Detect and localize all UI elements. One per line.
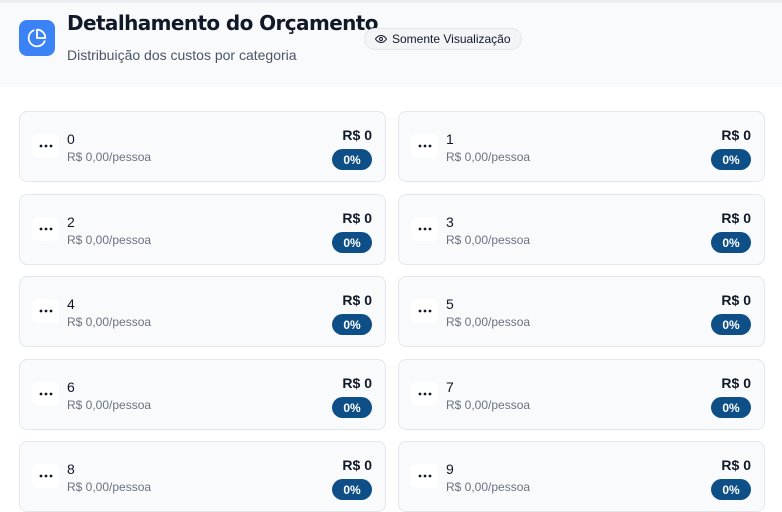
category-name: 8 — [67, 461, 75, 477]
category-card: 8 R$ 0,00/pessoa R$ 0 0% — [19, 441, 386, 512]
more-horizontal-icon — [418, 474, 431, 478]
more-options-button[interactable] — [411, 134, 438, 158]
view-only-label: Somente Visualização — [392, 32, 511, 46]
category-percent-badge: 0% — [332, 397, 372, 418]
more-options-button[interactable] — [32, 217, 59, 241]
category-card: 5 R$ 0,00/pessoa R$ 0 0% — [398, 276, 765, 347]
page-subtitle: Distribuição dos custos por categoria — [67, 47, 297, 63]
category-percent-badge: 0% — [711, 149, 751, 170]
category-percent-badge: 0% — [332, 149, 372, 170]
more-options-button[interactable] — [32, 382, 59, 406]
more-options-button[interactable] — [411, 217, 438, 241]
category-per-person: R$ 0,00/pessoa — [446, 233, 531, 247]
category-amount: R$ 0 — [721, 210, 751, 226]
category-card: 0 R$ 0,00/pessoa R$ 0 0% — [19, 111, 386, 182]
category-per-person: R$ 0,00/pessoa — [446, 315, 531, 329]
more-options-button[interactable] — [411, 299, 438, 323]
category-amount: R$ 0 — [721, 457, 751, 473]
category-per-person: R$ 0,00/pessoa — [67, 233, 152, 247]
category-card: 4 R$ 0,00/pessoa R$ 0 0% — [19, 276, 386, 347]
more-horizontal-icon — [39, 474, 52, 478]
more-horizontal-icon — [39, 309, 52, 313]
category-percent-badge: 0% — [332, 314, 372, 335]
pie-chart-icon — [19, 20, 55, 56]
more-options-button[interactable] — [411, 464, 438, 488]
category-amount: R$ 0 — [721, 127, 751, 143]
category-card: 1 R$ 0,00/pessoa R$ 0 0% — [398, 111, 765, 182]
category-name: 0 — [67, 131, 75, 147]
more-horizontal-icon — [418, 144, 431, 148]
category-percent-badge: 0% — [711, 232, 751, 253]
category-name: 3 — [446, 214, 454, 230]
category-name: 7 — [446, 379, 454, 395]
page-header: Detalhamento do Orçamento Distribuição d… — [0, 0, 782, 87]
category-per-person: R$ 0,00/pessoa — [67, 315, 152, 329]
category-per-person: R$ 0,00/pessoa — [446, 150, 531, 164]
category-name: 6 — [67, 379, 75, 395]
category-amount: R$ 0 — [342, 292, 372, 308]
category-card: 3 R$ 0,00/pessoa R$ 0 0% — [398, 194, 765, 265]
more-options-button[interactable] — [32, 299, 59, 323]
category-name: 4 — [67, 296, 75, 312]
category-amount: R$ 0 — [721, 375, 751, 391]
category-card: 7 R$ 0,00/pessoa R$ 0 0% — [398, 359, 765, 430]
eye-icon — [375, 33, 387, 45]
more-horizontal-icon — [39, 227, 52, 231]
category-per-person: R$ 0,00/pessoa — [446, 398, 531, 412]
category-amount: R$ 0 — [342, 375, 372, 391]
category-name: 9 — [446, 461, 454, 477]
category-per-person: R$ 0,00/pessoa — [67, 150, 152, 164]
more-horizontal-icon — [39, 144, 52, 148]
category-amount: R$ 0 — [342, 457, 372, 473]
category-percent-badge: 0% — [332, 479, 372, 500]
more-horizontal-icon — [39, 392, 52, 396]
category-name: 2 — [67, 214, 75, 230]
category-card: 6 R$ 0,00/pessoa R$ 0 0% — [19, 359, 386, 430]
more-horizontal-icon — [418, 309, 431, 313]
category-amount: R$ 0 — [342, 210, 372, 226]
more-options-button[interactable] — [411, 382, 438, 406]
more-horizontal-icon — [418, 392, 431, 396]
category-per-person: R$ 0,00/pessoa — [67, 398, 152, 412]
category-percent-badge: 0% — [711, 314, 751, 335]
view-only-badge: Somente Visualização — [364, 28, 522, 50]
category-percent-badge: 0% — [332, 232, 372, 253]
category-amount: R$ 0 — [342, 127, 372, 143]
category-percent-badge: 0% — [711, 397, 751, 418]
more-options-button[interactable] — [32, 464, 59, 488]
category-percent-badge: 0% — [711, 479, 751, 500]
category-name: 1 — [446, 131, 454, 147]
more-horizontal-icon — [418, 227, 431, 231]
more-options-button[interactable] — [32, 134, 59, 158]
category-name: 5 — [446, 296, 454, 312]
category-card: 2 R$ 0,00/pessoa R$ 0 0% — [19, 194, 386, 265]
category-amount: R$ 0 — [721, 292, 751, 308]
page-title: Detalhamento do Orçamento — [67, 11, 379, 35]
category-card: 9 R$ 0,00/pessoa R$ 0 0% — [398, 441, 765, 512]
